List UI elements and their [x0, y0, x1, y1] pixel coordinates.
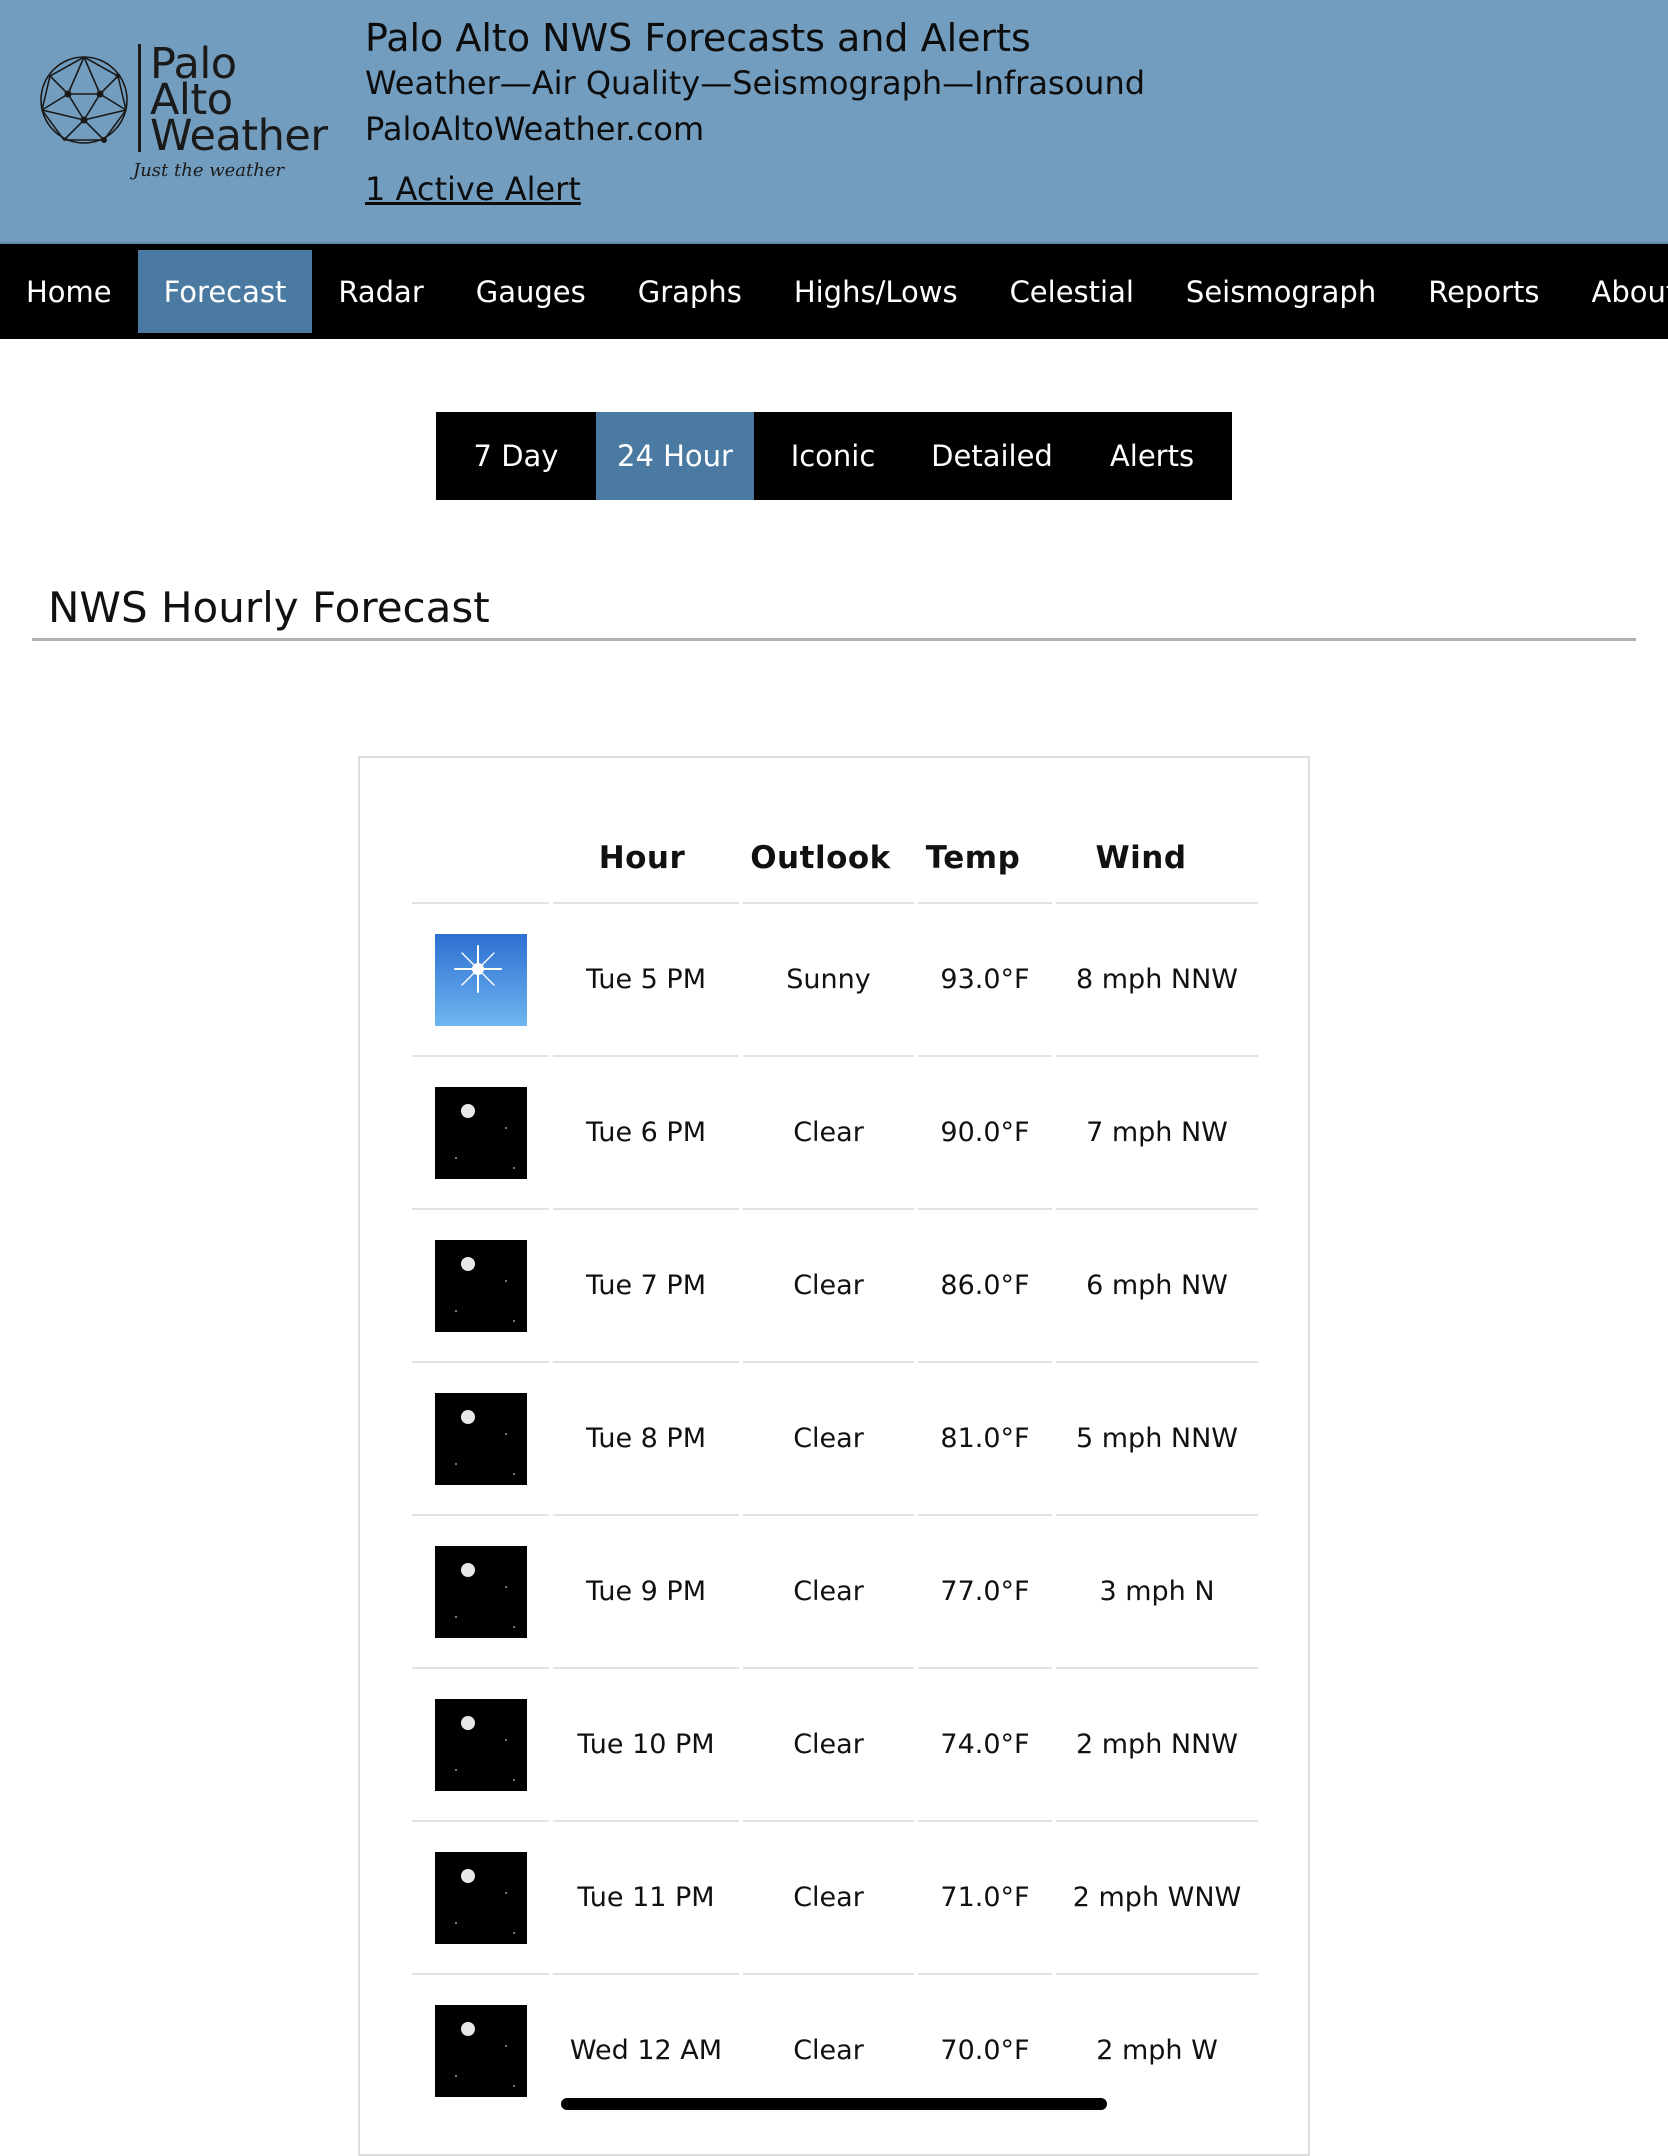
tab-7-day[interactable]: 7 Day: [436, 412, 596, 500]
temp-cell: 81.0°F: [918, 1361, 1052, 1514]
outlook-cell: Sunny: [743, 902, 914, 1055]
wind-cell: 5 mph NNW: [1056, 1361, 1258, 1514]
temp-cell: 77.0°F: [918, 1514, 1052, 1667]
table-row: Tue 9 PM Clear 77.0°F 3 mph N: [412, 1514, 1258, 1667]
icon-cell: [412, 1208, 549, 1361]
icon-cell: [412, 1973, 549, 2126]
hour-cell: Tue 7 PM: [553, 1208, 739, 1361]
tab-24-hour[interactable]: 24 Hour: [596, 412, 754, 500]
site-logo[interactable]: Palo Alto Weather Just the weather: [38, 40, 348, 200]
tab-detailed[interactable]: Detailed: [912, 412, 1072, 500]
outlook-cell: Clear: [743, 1361, 914, 1514]
table-row: Tue 10 PM Clear 74.0°F 2 mph NNW: [412, 1667, 1258, 1820]
nav-item-about[interactable]: About: [1565, 250, 1668, 333]
title-divider: [32, 638, 1636, 641]
nav-item-gauges[interactable]: Gauges: [450, 250, 612, 333]
wind-cell: 6 mph NW: [1056, 1208, 1258, 1361]
temp-cell: 93.0°F: [918, 902, 1052, 1055]
nav-item-reports[interactable]: Reports: [1402, 250, 1565, 333]
site-title: Palo Alto NWS Forecasts and Alerts: [365, 16, 1031, 60]
wind-cell: 3 mph N: [1056, 1514, 1258, 1667]
nav-item-forecast[interactable]: Forecast: [137, 250, 313, 333]
column-header-temp: Temp: [925, 840, 1021, 876]
forecast-card: Hour Outlook Temp Wind Tue 5 PM Sunny 93…: [358, 756, 1310, 2156]
nav-item-seismograph[interactable]: Seismograph: [1160, 250, 1402, 333]
globe-logo-icon: [40, 56, 128, 144]
table-row: Tue 8 PM Clear 81.0°F 5 mph NNW: [412, 1361, 1258, 1514]
outlook-cell: Clear: [743, 1208, 914, 1361]
hour-cell: Tue 8 PM: [553, 1361, 739, 1514]
clear-night-icon: [434, 2004, 527, 2097]
tab-alerts[interactable]: Alerts: [1072, 412, 1232, 500]
icon-cell: [412, 1667, 549, 1820]
temp-cell: 90.0°F: [918, 1055, 1052, 1208]
table-row: Tue 5 PM Sunny 93.0°F 8 mph NNW: [412, 902, 1258, 1055]
icon-cell: [412, 902, 549, 1055]
column-header-hour: Hour: [598, 840, 686, 876]
forecast-subnav: 7 Day 24 Hour Iconic Detailed Alerts: [436, 412, 1232, 500]
column-header-outlook: Outlook: [750, 840, 891, 876]
table-row: Tue 6 PM Clear 90.0°F 7 mph NW: [412, 1055, 1258, 1208]
table-row: Tue 11 PM Clear 71.0°F 2 mph WNW: [412, 1820, 1258, 1973]
hour-cell: Tue 5 PM: [553, 902, 739, 1055]
main-nav: Home Forecast Radar Gauges Graphs Highs/…: [0, 244, 1668, 339]
temp-cell: 86.0°F: [918, 1208, 1052, 1361]
wind-cell: 8 mph NNW: [1056, 902, 1258, 1055]
clear-night-icon: [434, 1392, 527, 1485]
logo-divider: [138, 44, 141, 152]
hour-cell: Tue 10 PM: [553, 1667, 739, 1820]
outlook-cell: Clear: [743, 1820, 914, 1973]
hour-cell: Tue 9 PM: [553, 1514, 739, 1667]
active-alert-link[interactable]: 1 Active Alert: [365, 170, 581, 208]
clear-night-icon: [434, 1239, 527, 1332]
clear-night-icon: [434, 1851, 527, 1944]
hour-cell: Tue 11 PM: [553, 1820, 739, 1973]
tab-iconic[interactable]: Iconic: [754, 412, 912, 500]
nav-item-home[interactable]: Home: [0, 250, 138, 333]
hourly-forecast-table: Hour Outlook Temp Wind Tue 5 PM Sunny 93…: [412, 814, 1258, 2126]
clear-night-icon: [434, 1698, 527, 1791]
nav-item-highs-lows[interactable]: Highs/Lows: [768, 250, 984, 333]
clear-night-icon: [434, 1086, 527, 1179]
temp-cell: 71.0°F: [918, 1820, 1052, 1973]
wind-cell: 7 mph NW: [1056, 1055, 1258, 1208]
table-row: Tue 7 PM Clear 86.0°F 6 mph NW: [412, 1208, 1258, 1361]
nav-item-graphs[interactable]: Graphs: [612, 250, 768, 333]
icon-cell: [412, 1055, 549, 1208]
icon-cell: [412, 1361, 549, 1514]
wind-cell: 2 mph WNW: [1056, 1820, 1258, 1973]
icon-cell: [412, 1514, 549, 1667]
logo-tagline: Just the weather: [133, 160, 285, 181]
outlook-cell: Clear: [743, 1667, 914, 1820]
hour-cell: Tue 6 PM: [553, 1055, 739, 1208]
temp-cell: 74.0°F: [918, 1667, 1052, 1820]
page-title: NWS Hourly Forecast: [48, 583, 490, 632]
clear-night-icon: [434, 1545, 527, 1638]
sunny-icon: [434, 933, 527, 1026]
outlook-cell: Clear: [743, 1514, 914, 1667]
column-header-icon: [412, 814, 549, 902]
site-subtitle: Weather—Air Quality—Seismograph—Infrasou…: [365, 64, 1146, 102]
column-header-wind: Wind: [1095, 840, 1187, 876]
icon-cell: [412, 1820, 549, 1973]
logo-text-line: Weather: [150, 111, 328, 161]
nav-item-celestial[interactable]: Celestial: [984, 250, 1160, 333]
home-indicator-bar[interactable]: [561, 2098, 1107, 2110]
site-header: Palo Alto Weather Just the weather Palo …: [0, 0, 1668, 244]
table-header-row: Hour Outlook Temp Wind: [412, 814, 1258, 902]
site-url: PaloAltoWeather.com: [365, 110, 705, 148]
nav-item-radar[interactable]: Radar: [312, 250, 449, 333]
wind-cell: 2 mph NNW: [1056, 1667, 1258, 1820]
outlook-cell: Clear: [743, 1055, 914, 1208]
